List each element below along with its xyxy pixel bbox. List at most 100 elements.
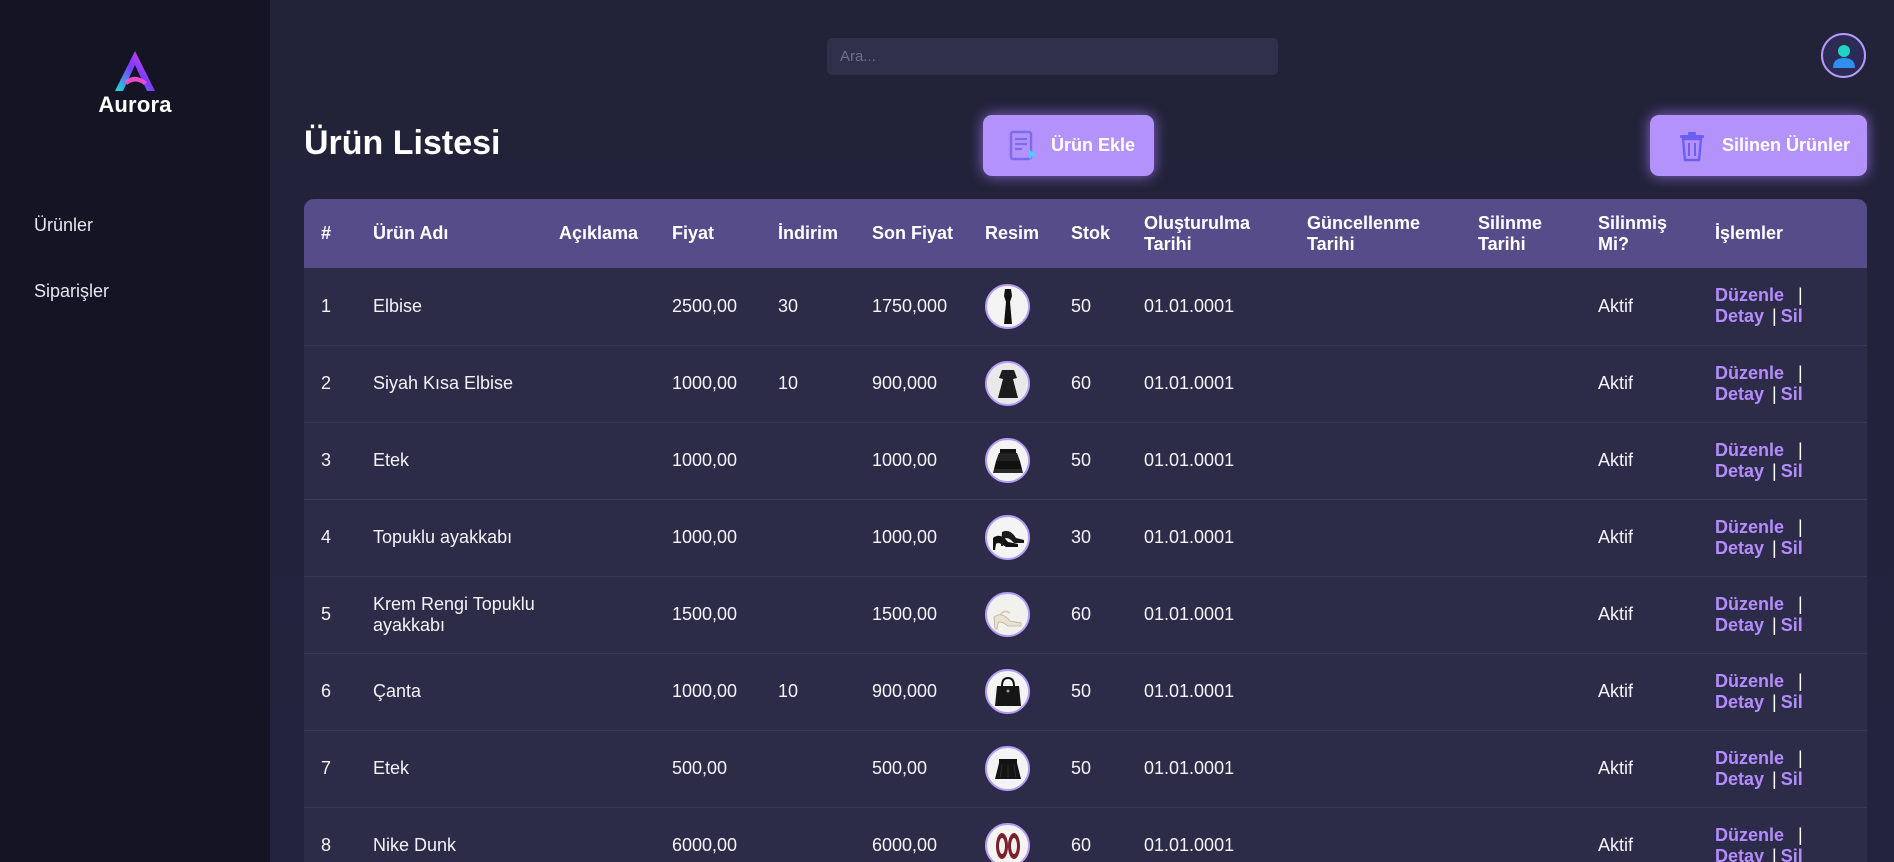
product-thumbnail[interactable] [985, 438, 1030, 483]
cell-description [542, 422, 655, 499]
cell-discount: 10 [778, 373, 799, 393]
cell-description [542, 653, 655, 730]
col-header-final-price[interactable]: Son Fiyat [855, 199, 968, 268]
cell-no: 4 [321, 527, 332, 547]
action-separator: | [1798, 593, 1803, 614]
col-header-updated[interactable]: Güncellenme Tarihi [1290, 199, 1461, 268]
edit-link[interactable]: Düzenle [1715, 440, 1784, 460]
sidebar-item-products[interactable]: Ürünler [34, 215, 93, 236]
action-separator: | [1798, 824, 1803, 845]
table-row: 7 Etek 500,00 500,00 50 01.01.0001 Aktif Düzenl… [304, 730, 1867, 807]
product-thumbnail[interactable] [985, 361, 1030, 406]
search-input[interactable] [827, 38, 1278, 75]
detail-link[interactable]: Detay [1715, 538, 1764, 558]
delete-link[interactable]: Sil [1781, 306, 1803, 326]
cell-status: Aktif [1598, 604, 1634, 624]
col-header-stock[interactable]: Stok [1054, 199, 1127, 268]
cell-image [968, 345, 1054, 422]
product-thumbnail[interactable] [985, 592, 1030, 637]
col-header-name[interactable]: Ürün Adı [356, 199, 542, 268]
edit-link[interactable]: Düzenle [1715, 748, 1784, 768]
edit-link[interactable]: Düzenle [1715, 671, 1784, 691]
delete-link[interactable]: Sil [1781, 692, 1803, 712]
cell-no: 6 [321, 681, 332, 701]
col-header-deleted-at[interactable]: Silinme Tarihi [1461, 199, 1581, 268]
detail-link[interactable]: Detay [1715, 384, 1764, 404]
aurora-logo-icon [115, 51, 155, 91]
sidebar: Aurora Ürünler Siparişler [0, 0, 270, 862]
col-header-description[interactable]: Açıklama [542, 199, 655, 268]
detail-link[interactable]: Detay [1715, 306, 1764, 326]
edit-link[interactable]: Düzenle [1715, 285, 1784, 305]
cell-final-price: 1750,000 [872, 295, 948, 316]
detail-link[interactable]: Detay [1715, 461, 1764, 481]
cell-status: Aktif [1598, 450, 1634, 470]
table-row: 4 Topuklu ayakkabı 1000,00 1000,00 30 01.01.0… [304, 499, 1867, 576]
cell-description [542, 576, 655, 653]
cell-price: 6000,00 [672, 835, 738, 855]
cell-no: 8 [321, 835, 332, 855]
main-content: Ürün Listesi Ürün Ekle Silinen Ürünler [270, 0, 1894, 862]
add-product-label: Ürün Ekle [1051, 135, 1136, 155]
cell-updated [1290, 345, 1461, 422]
table-row: 8 Nike Dunk 6000,00 6000,00 60 01.01.0001 Akti… [304, 807, 1867, 862]
cell-updated [1290, 268, 1461, 345]
col-header-is-deleted[interactable]: Silinmiş Mi? [1581, 199, 1698, 268]
detail-link[interactable]: Detay [1715, 846, 1764, 862]
delete-link[interactable]: Sil [1781, 384, 1803, 404]
cell-discount [761, 730, 855, 807]
cell-deleted-at [1461, 730, 1581, 807]
col-header-price[interactable]: Fiyat [655, 199, 761, 268]
cell-status: Aktif [1598, 373, 1634, 393]
brand-logo[interactable]: Aurora [97, 48, 173, 118]
cell-name: Etek [373, 450, 410, 470]
product-thumbnail[interactable] [985, 515, 1030, 560]
deleted-products-label: Silinen Ürünler [1722, 135, 1851, 155]
edit-link[interactable]: Düzenle [1715, 594, 1784, 614]
cell-actions: Düzenle | Detay | Sil [1698, 576, 1867, 653]
cell-description [542, 499, 655, 576]
cell-status: Aktif [1598, 835, 1634, 855]
cell-description [542, 268, 655, 345]
cell-price: 1000,00 [672, 527, 738, 547]
action-separator: | [1772, 460, 1777, 481]
sidebar-item-orders[interactable]: Siparişler [34, 281, 109, 302]
cell-final-price: 1000,00 [872, 527, 938, 547]
delete-link[interactable]: Sil [1781, 538, 1803, 558]
product-thumbnail[interactable] [985, 746, 1030, 791]
col-header-actions: İşlemler [1715, 223, 1784, 243]
action-separator: | [1772, 768, 1777, 789]
detail-link[interactable]: Detay [1715, 692, 1764, 712]
cell-image [968, 807, 1054, 862]
detail-link[interactable]: Detay [1715, 769, 1764, 789]
cell-updated [1290, 576, 1461, 653]
product-thumbnail[interactable] [985, 823, 1030, 862]
edit-link[interactable]: Düzenle [1715, 517, 1784, 537]
edit-link[interactable]: Düzenle [1715, 825, 1784, 845]
products-table-card: # Ürün Adı Açıklama Fiyat İndirim Son Fi… [304, 199, 1867, 862]
cell-deleted-at [1461, 499, 1581, 576]
col-header-image[interactable]: Resim [968, 199, 1054, 268]
delete-link[interactable]: Sil [1781, 461, 1803, 481]
col-header-discount[interactable]: İndirim [761, 199, 855, 268]
user-avatar[interactable] [1821, 33, 1866, 78]
action-separator: | [1772, 537, 1777, 558]
cell-price: 1000,00 [672, 373, 738, 393]
deleted-products-button[interactable]: Silinen Ürünler [1650, 115, 1867, 176]
delete-link[interactable]: Sil [1781, 846, 1803, 862]
delete-link[interactable]: Sil [1781, 615, 1803, 635]
cell-updated [1290, 499, 1461, 576]
edit-link[interactable]: Düzenle [1715, 363, 1784, 383]
cell-name: Topuklu ayakkabı [373, 527, 513, 547]
detail-link[interactable]: Detay [1715, 615, 1764, 635]
cell-deleted-at [1461, 345, 1581, 422]
product-thumbnail[interactable] [985, 669, 1030, 714]
col-header-no[interactable]: # [304, 199, 356, 268]
delete-link[interactable]: Sil [1781, 769, 1803, 789]
product-thumbnail[interactable] [985, 283, 1030, 329]
add-product-button[interactable]: Ürün Ekle [983, 115, 1154, 176]
cell-name: Siyah Kısa Elbise [373, 373, 514, 393]
col-header-created[interactable]: Oluşturulma Tarihi [1127, 199, 1290, 268]
action-separator: | [1772, 691, 1777, 712]
cell-deleted-at [1461, 653, 1581, 730]
